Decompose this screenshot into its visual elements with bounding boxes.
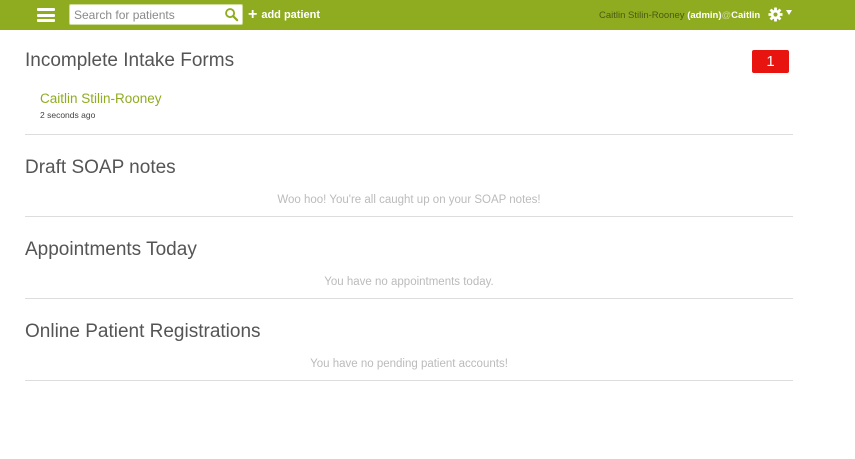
- appointments-empty-message: You have no appointments today.: [324, 276, 494, 288]
- incomplete-intake-section: Incomplete Intake Forms: [25, 31, 793, 135]
- chevron-down-icon[interactable]: [786, 10, 792, 15]
- practice-name: Caitlin: [731, 10, 761, 21]
- user-info: Caitlin Stilin-Rooney (admin)@Caitlin: [599, 10, 760, 21]
- intake-patient-link[interactable]: Caitlin Stilin-Rooney: [40, 91, 162, 106]
- section-title-registrations: Online Patient Registrations: [25, 321, 261, 342]
- user-role: (admin): [687, 10, 722, 21]
- registrations-empty-message: You have no pending patient accounts!: [310, 358, 508, 370]
- top-navbar: + add patient Caitlin Stilin-Rooney (adm…: [0, 0, 855, 30]
- gear-icon[interactable]: [768, 7, 783, 22]
- search-input[interactable]: [74, 5, 222, 24]
- add-patient-button[interactable]: + add patient: [248, 7, 320, 23]
- at-symbol: @: [721, 10, 732, 21]
- section-title-soap: Draft SOAP notes: [25, 157, 176, 178]
- intake-count-badge: 1: [752, 50, 789, 73]
- soap-empty-message: Woo hoo! You're all caught up on your SO…: [277, 194, 541, 206]
- section-title-intake: Incomplete Intake Forms: [25, 50, 235, 71]
- intake-timestamp: 2 seconds ago: [40, 110, 96, 120]
- add-patient-label: add patient: [261, 9, 321, 21]
- plus-icon: +: [248, 6, 258, 23]
- hamburger-menu-icon[interactable]: [37, 8, 55, 22]
- user-name: Caitlin Stilin-Rooney: [599, 10, 685, 21]
- search-icon[interactable]: [224, 7, 239, 22]
- patient-search-box[interactable]: [69, 4, 243, 25]
- section-title-appointments: Appointments Today: [25, 239, 197, 260]
